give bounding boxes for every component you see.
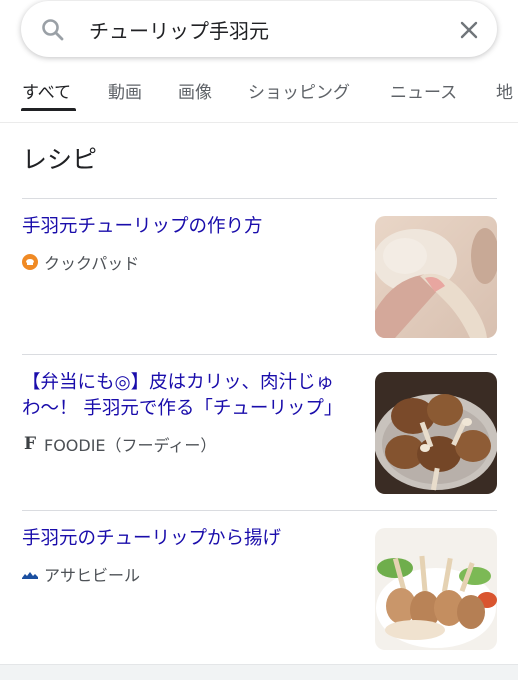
foodie-logo-icon: F (23, 434, 37, 454)
recipe-title-link[interactable]: 手羽元のチューリップから揚げ (22, 526, 352, 552)
cookpad-logo-icon (22, 254, 38, 270)
search-tabs: すべて 動画 画像 ショッピング ニュース 地 (0, 72, 518, 112)
asahi-logo-icon (22, 566, 38, 582)
tab-images[interactable]: 画像 (178, 78, 212, 103)
divider (22, 198, 497, 199)
source-name: アサヒビール (44, 566, 141, 585)
tab-videos[interactable]: 動画 (108, 78, 142, 103)
section-title: レシピ (22, 145, 98, 174)
source-name: FOODIE（フーディー） (44, 436, 217, 455)
search-input[interactable] (89, 13, 449, 45)
recipe-source: F FOODIE（フーディー） (22, 432, 216, 456)
recipe-thumbnail-image[interactable] (375, 372, 497, 494)
divider (22, 510, 497, 511)
page-bottom-strip (0, 664, 518, 680)
divider (22, 354, 497, 355)
source-name: クックパッド (44, 254, 140, 273)
tab-shopping[interactable]: ショッピング (248, 78, 350, 103)
search-bar[interactable] (21, 1, 497, 57)
recipe-thumbnail-image[interactable] (375, 528, 497, 650)
tabs-divider (0, 122, 518, 123)
recipe-title-link[interactable]: 【弁当にも◎】皮はカリッ、肉汁じゅわ〜！ 手羽元で作る「チューリップ」 (22, 370, 352, 422)
tab-maps-partial[interactable]: 地 (496, 78, 513, 103)
tab-all[interactable]: すべて (22, 78, 71, 103)
search-icon[interactable] (39, 16, 67, 44)
close-icon[interactable] (457, 18, 481, 42)
recipe-title-link[interactable]: 手羽元チューリップの作り方 (22, 214, 352, 240)
recipe-thumbnail-image[interactable] (375, 216, 497, 338)
active-tab-indicator (21, 108, 76, 111)
recipe-source: アサヒビール (22, 562, 140, 586)
recipe-source: クックパッド (22, 250, 139, 274)
tab-news[interactable]: ニュース (390, 78, 457, 103)
